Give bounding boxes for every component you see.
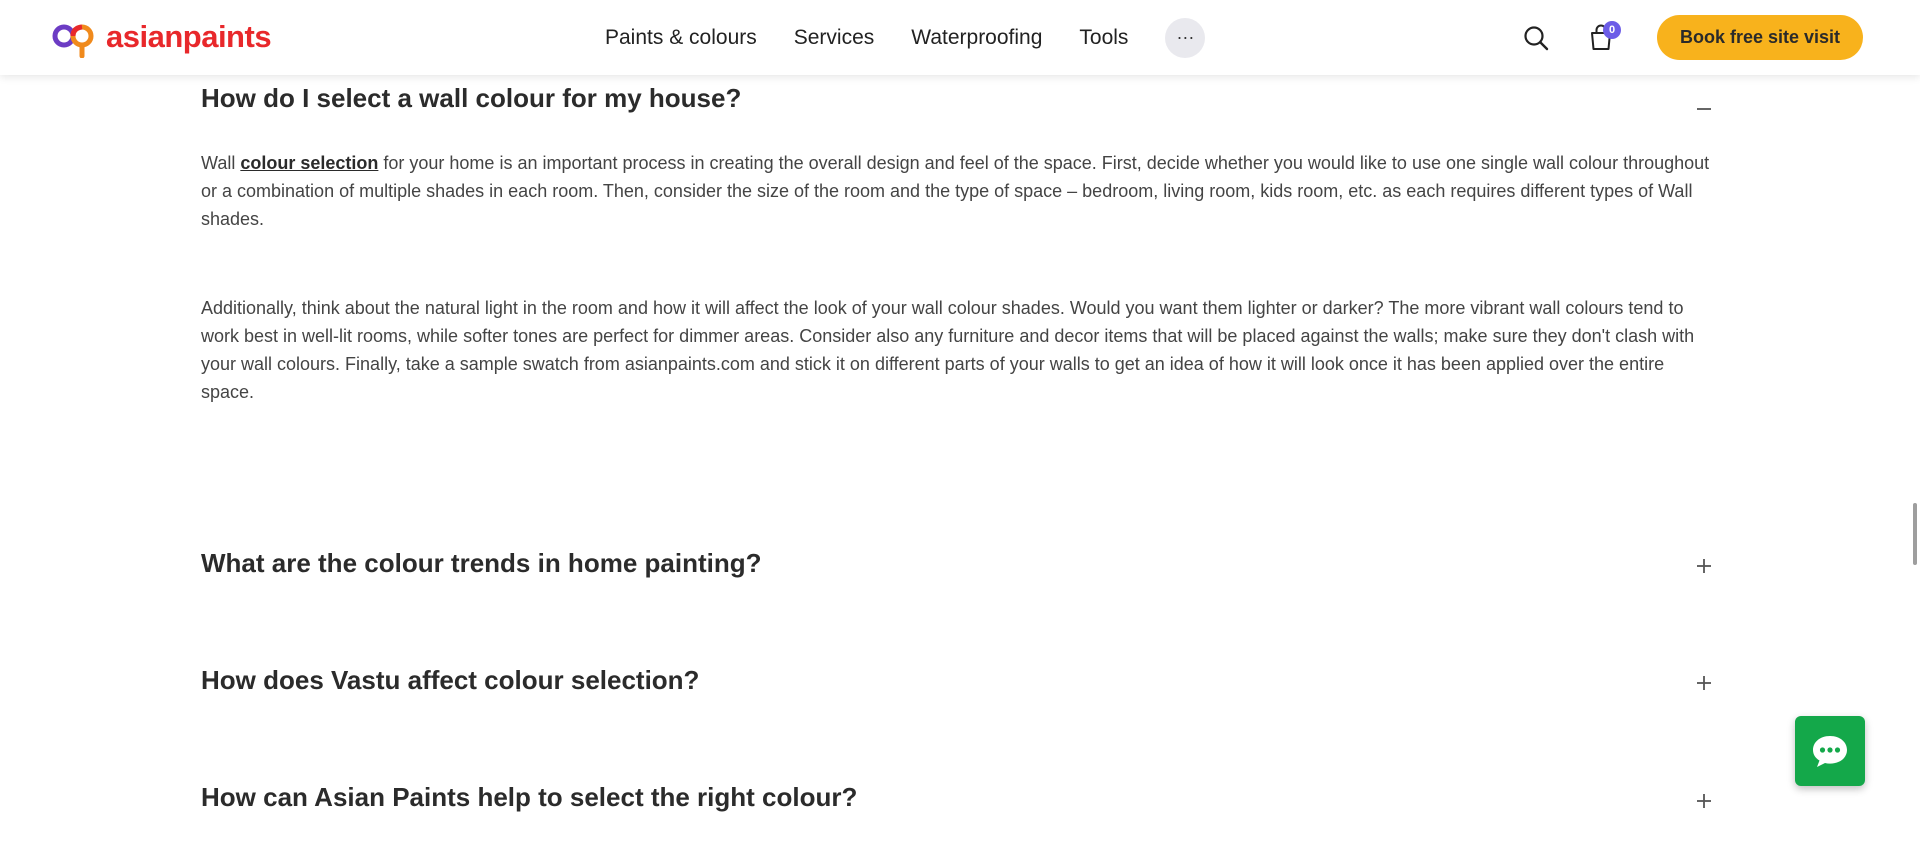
colour-selection-link[interactable]: colour selection <box>240 153 378 173</box>
faq-question-1[interactable]: How do I select a wall colour for my hou… <box>201 83 741 114</box>
asianpaints-logo-icon <box>52 24 94 58</box>
minus-icon[interactable] <box>1694 99 1714 119</box>
asianpaints-logo[interactable]: asianpaints <box>48 16 272 58</box>
nav-services[interactable]: Services <box>794 26 875 50</box>
faq-answer-1-paragraph-2: Additionally, think about the natural li… <box>201 298 1695 402</box>
search-icon[interactable] <box>1523 25 1549 51</box>
faq-answer-1-paragraph-1: Wall colour selection for your home is a… <box>201 153 1710 229</box>
nav-tools[interactable]: Tools <box>1079 26 1128 50</box>
more-dots-icon: ··· <box>1176 27 1195 47</box>
chat-icon <box>1813 736 1847 767</box>
page-scrollbar-thumb[interactable] <box>1913 503 1917 565</box>
book-site-visit-button[interactable]: Book free site visit <box>1657 15 1863 60</box>
more-menu-button[interactable]: ··· <box>1165 17 1206 58</box>
nav-paints-colours[interactable]: Paints & colours <box>605 26 757 50</box>
nav-waterproofing[interactable]: Waterproofing <box>911 26 1042 50</box>
faq-question-3[interactable]: How does Vastu affect colour selection? <box>201 665 699 696</box>
cart-count-badge: 0 <box>1603 21 1621 39</box>
chat-button[interactable] <box>1795 716 1865 786</box>
faq-question-2[interactable]: What are the colour trends in home paint… <box>201 548 761 579</box>
main-nav: Paints & colours Services Waterproofing … <box>605 0 1206 75</box>
site-header: asianpaints Paints & colours Services Wa… <box>0 0 1920 75</box>
faq-question-4[interactable]: How can Asian Paints help to select the … <box>201 782 857 813</box>
logo-text: asianpaints <box>106 19 272 54</box>
plus-icon[interactable] <box>1694 791 1714 811</box>
plus-icon[interactable] <box>1694 673 1714 693</box>
plus-icon[interactable] <box>1694 556 1714 576</box>
